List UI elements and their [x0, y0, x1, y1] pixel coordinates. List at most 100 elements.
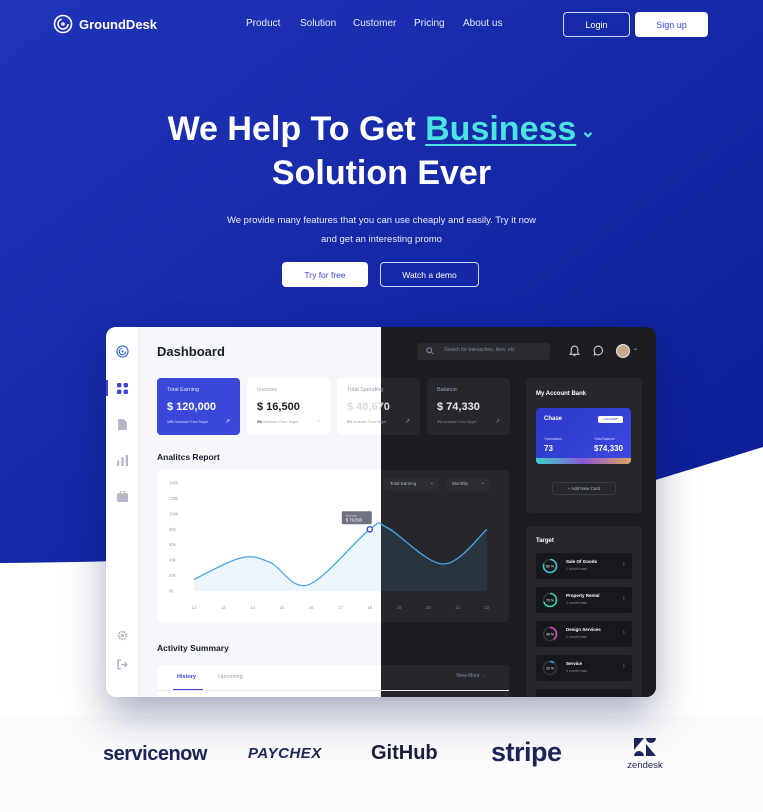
stat-label: Balance [437, 387, 457, 393]
stat-card-total-earning[interactable]: Total Earning $ 120,000 12% Increase Fro… [157, 378, 240, 435]
stat-value: $ 48,670 [347, 401, 390, 413]
hero-subtitle: We provide many features that you can us… [0, 211, 763, 249]
stat-note-text: Decrease From Target [263, 420, 298, 424]
total-balance-value: $74,330 [594, 444, 623, 453]
stat-card-total-spending[interactable]: Total Spending $ 48,670 6% Increase From… [337, 378, 420, 435]
chevron-right-icon: › [622, 595, 625, 602]
trend-up-icon: ↗ [404, 419, 410, 425]
activity-summary-title: Activity Summary [157, 643, 229, 653]
x-tick-label: 16 [309, 605, 314, 610]
target-item-partial[interactable] [536, 689, 632, 697]
y-tick-label: 0k [169, 589, 174, 594]
settings-icon[interactable] [117, 630, 128, 641]
target-subtitle: 1 month base [566, 567, 588, 571]
x-tick-label: 15 [280, 605, 285, 610]
stat-note-pct: 6% [347, 420, 353, 424]
tab-upcoming[interactable]: Upcoming [218, 674, 243, 680]
chevron-down-icon[interactable]: ⌄ [580, 121, 595, 141]
chat-icon[interactable] [593, 345, 604, 356]
activity-card: History Upcoming [157, 665, 509, 697]
y-tick-label: 20k [169, 573, 177, 578]
watch-demo-button[interactable]: Watch a demo [380, 262, 479, 287]
search-placeholder: Search for transaction, item, etc [444, 347, 515, 353]
progress-ring: 70 % [542, 592, 558, 608]
x-tick-label: 22 [485, 605, 490, 610]
view-more-link[interactable]: View More → [456, 673, 486, 679]
target-item[interactable]: 70 % Property Rental 2 month base › [536, 587, 632, 613]
servicenow-logo: servicenow [103, 743, 207, 765]
target-name: Service [566, 661, 583, 666]
signup-button[interactable]: Sign up [635, 12, 708, 37]
arrow-right-icon: → [480, 673, 486, 679]
nav-link-solution[interactable]: Solution [300, 18, 336, 29]
progress-ring: 40 % [542, 626, 558, 642]
account-bank-panel: My Account Bank Chase VISA/DEB Transacti… [526, 378, 642, 513]
try-for-free-button[interactable]: Try for free [282, 262, 368, 287]
headline-accent[interactable]: Business [425, 110, 576, 148]
nav-link-product[interactable]: Product [246, 18, 280, 29]
stat-note-pct: 2% [257, 420, 263, 424]
bell-icon[interactable] [569, 345, 580, 357]
stat-value: $ 16,500 [257, 401, 300, 413]
stat-note-text: Increase From Target [175, 420, 209, 424]
stat-card-balance[interactable]: Balance $ 74,330 3% Increase From Target… [427, 378, 510, 435]
stat-note-pct: 12% [167, 420, 175, 424]
target-title: Target [536, 538, 554, 544]
chevron-right-icon: › [622, 629, 625, 636]
transaction-value: 73 [544, 444, 553, 453]
y-tick-label: 140k [169, 481, 179, 486]
y-tick-label: 100k [169, 511, 179, 516]
nav-link-about[interactable]: About us [463, 18, 502, 29]
stripe-logo: stripe [491, 737, 562, 767]
account-bank-title: My Account Bank [536, 391, 587, 397]
brand-logo[interactable]: GroundDesk [53, 14, 157, 34]
top-navbar: GroundDesk Product Solution Customer Pri… [0, 0, 763, 50]
bank-card[interactable]: Chase VISA/DEB Transaction 73 Total Bala… [536, 408, 631, 464]
stat-note: 6% Increase From Target [347, 420, 386, 424]
y-tick-label: 60k [169, 542, 177, 547]
login-button[interactable]: Login [563, 12, 630, 37]
x-tick-label: 20 [426, 605, 431, 610]
zendesk-logo: zendesk [622, 738, 668, 774]
app-logo-icon [116, 345, 129, 358]
progress-ring: 80 % [542, 558, 558, 574]
stat-label: Total Earning [167, 387, 200, 393]
briefcase-icon[interactable] [117, 491, 128, 502]
subtitle-line-1: We provide many features that you can us… [226, 215, 537, 226]
headline-end: Solution Ever [271, 154, 492, 193]
stat-note: 12% Increase From Target [167, 420, 208, 424]
stat-label: Invoices [257, 387, 278, 393]
stat-label: Total Spending [347, 387, 384, 393]
nav-links: Product Solution Customer Pricing About … [236, 18, 536, 32]
total-balance-label: Total Balance [594, 437, 616, 441]
progress-ring: 10 % [542, 660, 558, 676]
document-icon[interactable] [117, 419, 128, 430]
grid-icon[interactable] [117, 383, 128, 394]
target-item[interactable]: 10 % Service 4 month base › [536, 655, 632, 681]
activity-card-light [157, 665, 381, 697]
target-subtitle: 4 month base [566, 669, 588, 673]
dashboard-search[interactable]: Search for transaction, item, etc [417, 343, 550, 360]
target-item[interactable]: 40 % Design Services 1 month base › [536, 621, 632, 647]
stat-card-invoices[interactable]: Invoices $ 16,500 2% Decrease From Targe… [247, 378, 330, 435]
stat-value: $ 120,000 [167, 401, 216, 413]
target-panel: Target 80 % Sale Of Goods 1 month base ›… [526, 526, 642, 697]
target-name: Sale Of Goods [566, 559, 598, 564]
chevron-down-icon[interactable]: ⌄ [633, 345, 638, 352]
target-item[interactable]: 80 % Sale Of Goods 1 month base › [536, 553, 632, 579]
trend-up-icon: ↗ [224, 419, 230, 425]
x-tick-label: 14 [250, 605, 255, 610]
logout-icon[interactable] [117, 659, 128, 670]
x-tick-label: 17 [338, 605, 343, 610]
bar-chart-icon[interactable] [117, 455, 128, 466]
tab-history[interactable]: History [177, 674, 196, 680]
zendesk-mark-icon [634, 738, 656, 756]
nav-link-pricing[interactable]: Pricing [414, 18, 445, 29]
tab-divider [157, 690, 509, 691]
analytics-title: Analitcs Report [157, 452, 220, 462]
add-new-card-button[interactable]: + Add New Card [552, 482, 616, 495]
sidebar-active-indicator [106, 380, 108, 396]
nav-link-customer[interactable]: Customer [353, 18, 396, 29]
avatar[interactable] [616, 344, 630, 358]
series-area [194, 522, 487, 591]
